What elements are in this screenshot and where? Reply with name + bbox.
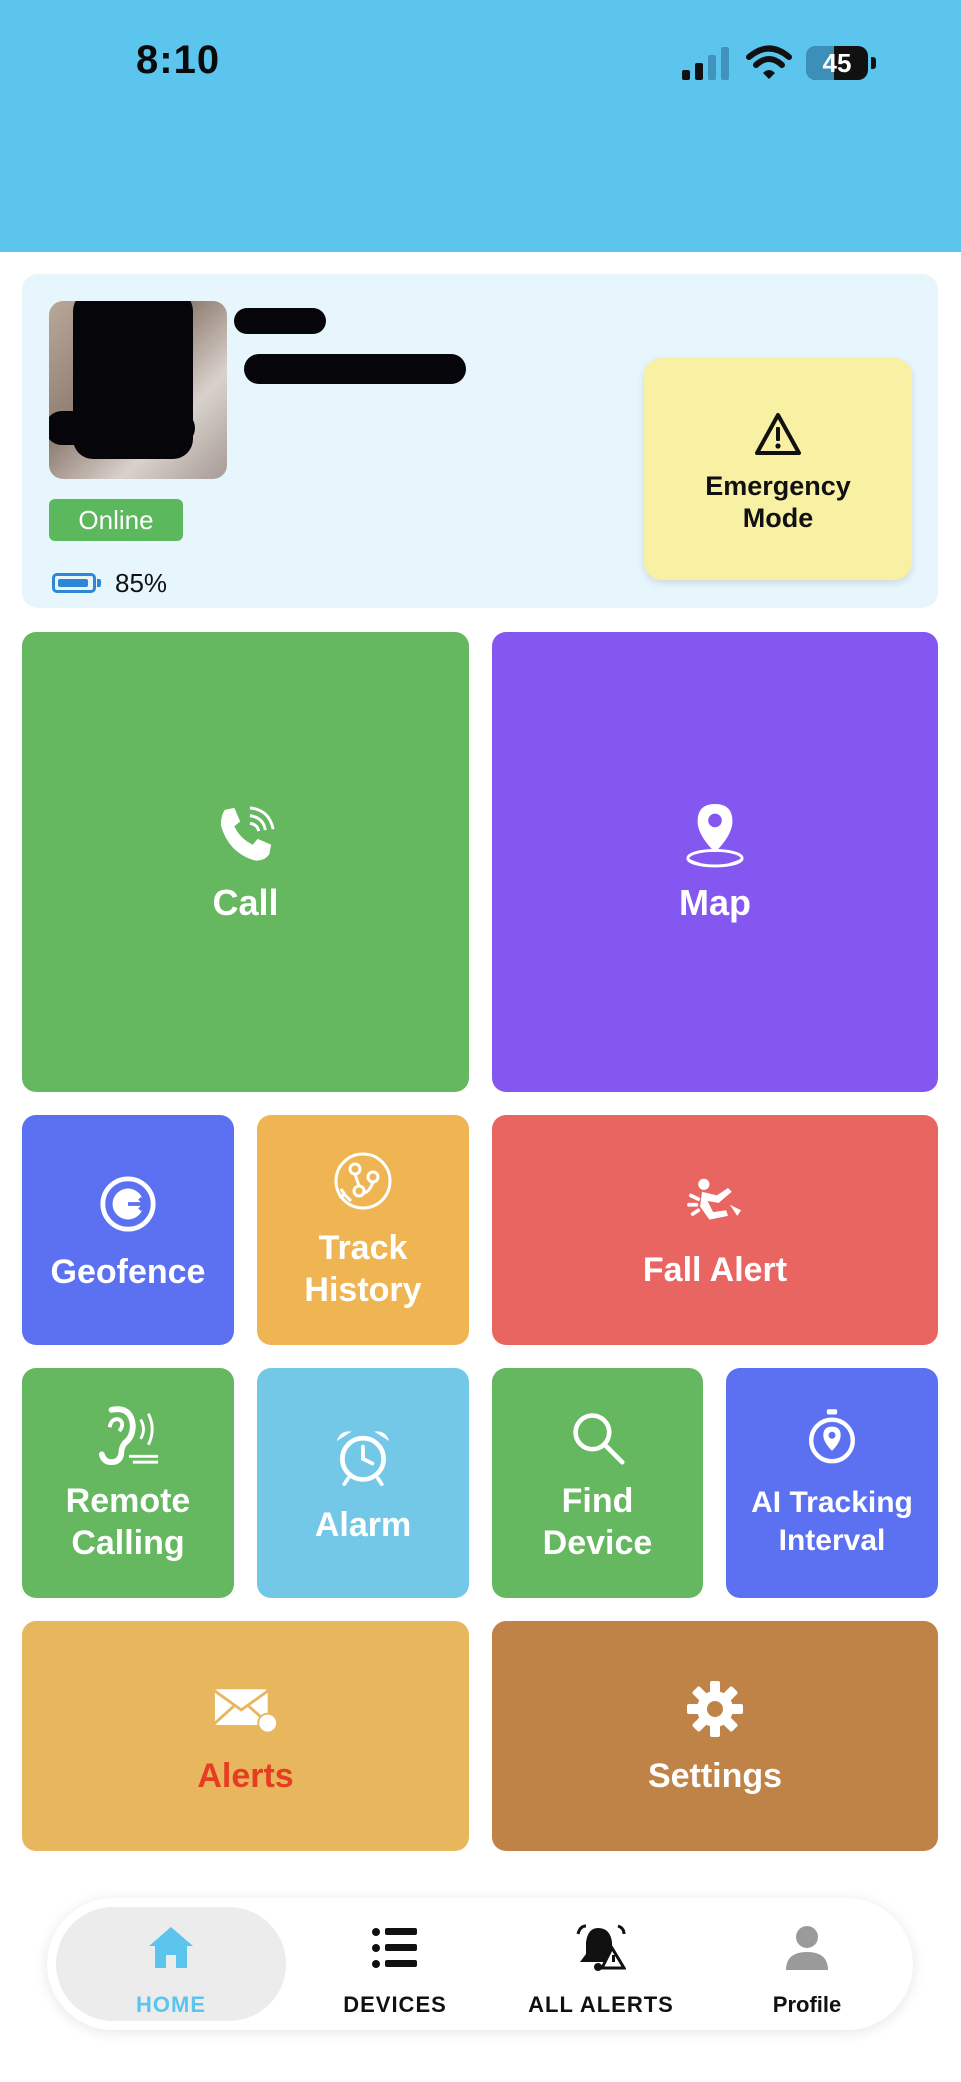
geofence-tile[interactable]: Geofence (22, 1115, 234, 1345)
status-battery-level: 45 (822, 48, 852, 78)
tab-all-alerts-label: ALL ALERTS (528, 1992, 674, 2017)
call-tile[interactable]: Call (22, 632, 469, 1092)
remote-calling-tile[interactable]: Remote Calling (22, 1368, 234, 1598)
tab-devices-label: DEVICES (343, 1992, 447, 2017)
device-battery-level: 85% (115, 567, 168, 598)
status-battery: 45 (806, 46, 876, 80)
remote-calling-label: Remote Calling (65, 1482, 191, 1562)
gear-icon (687, 1681, 743, 1737)
tab-home[interactable]: HOME (56, 1907, 286, 2021)
emergency-mode-button[interactable]: Emergency Mode (644, 358, 912, 580)
alarm-label: Alarm (314, 1506, 412, 1544)
device-battery: 85% (52, 566, 167, 600)
alarm-clock-icon (336, 1431, 390, 1486)
settings-tile[interactable]: Settings (492, 1621, 938, 1851)
map-pin-icon (686, 803, 744, 868)
warning-icon (755, 413, 801, 455)
ai-tracking-interval-label: AI Tracking Interval (751, 1486, 913, 1557)
track-history-label: Track History (304, 1229, 422, 1309)
location-timer-icon (809, 1409, 855, 1464)
app-header: 8:10 45 (0, 0, 961, 252)
map-label: Map (679, 882, 751, 923)
tab-profile[interactable]: Profile (707, 1898, 907, 2030)
map-tile[interactable]: Map (492, 632, 938, 1092)
ai-tracking-interval-tile[interactable]: AI Tracking Interval (726, 1368, 938, 1598)
fall-alert-tile[interactable]: Fall Alert (492, 1115, 938, 1345)
redacted-detail (244, 354, 466, 384)
find-device-label: Find Device (542, 1482, 653, 1562)
call-label: Call (212, 882, 279, 923)
tab-all-alerts[interactable]: ALL ALERTS (501, 1898, 701, 2030)
mail-alert-icon (213, 1689, 278, 1733)
redacted-name (234, 308, 326, 334)
phone-call-icon (220, 806, 275, 861)
fall-alert-label: Fall Alert (642, 1251, 788, 1289)
cellular-signal-icon (682, 47, 729, 80)
tab-devices[interactable]: DEVICES (295, 1898, 495, 2030)
device-avatar[interactable] (49, 301, 227, 479)
geofence-label: Geofence (50, 1253, 206, 1291)
list-icon (372, 1928, 417, 1968)
track-history-icon (334, 1152, 392, 1210)
fall-alert-icon (687, 1178, 741, 1220)
geofence-icon (100, 1176, 156, 1232)
alerts-tile[interactable]: Alerts (22, 1621, 469, 1851)
wifi-icon (746, 45, 792, 79)
battery-icon (52, 573, 96, 593)
bottom-tab-bar: HOME DEVICES ALL ALERTS Profile (47, 1898, 913, 2030)
alerts-label: Alerts (197, 1757, 294, 1795)
alarm-tile[interactable]: Alarm (257, 1368, 469, 1598)
bell-alert-icon (576, 1924, 626, 1971)
tab-home-label: HOME (136, 1992, 206, 2017)
online-status-badge: Online (49, 499, 183, 541)
tab-profile-label: Profile (772, 1992, 842, 2017)
device-card[interactable]: Online 85% Emergency Mode (22, 274, 938, 608)
settings-label: Settings (647, 1757, 783, 1795)
ear-sound-icon (98, 1406, 159, 1466)
status-time: 8:10 (136, 38, 221, 82)
find-device-tile[interactable]: Find Device (492, 1368, 703, 1598)
track-history-tile[interactable]: Track History (257, 1115, 469, 1345)
person-icon (786, 1926, 828, 1970)
search-icon (572, 1413, 625, 1465)
home-icon (149, 1927, 193, 1968)
emergency-mode-label: Emergency Mode (705, 471, 851, 533)
